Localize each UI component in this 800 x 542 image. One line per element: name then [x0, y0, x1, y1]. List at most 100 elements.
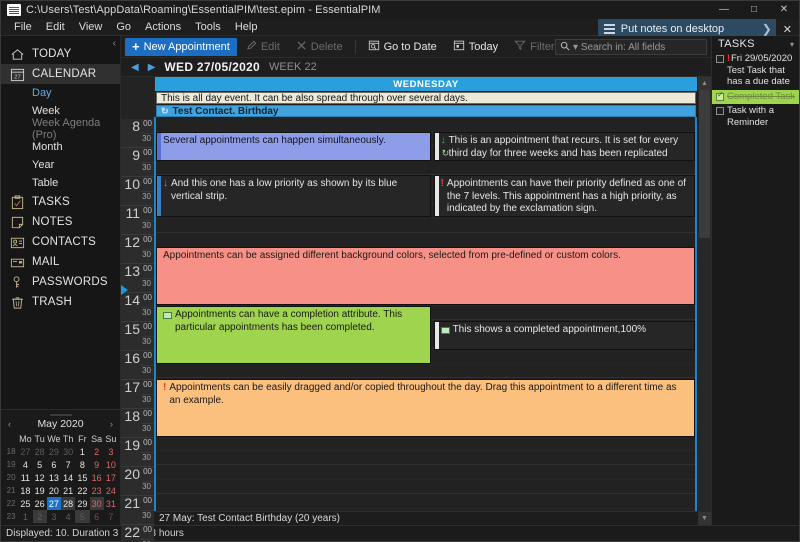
mini-calendar-day[interactable]: 27: [47, 497, 61, 510]
mini-calendar-day[interactable]: 4: [61, 510, 75, 523]
mini-calendar-day[interactable]: 3: [104, 445, 118, 458]
scrollbar-thumb[interactable]: [699, 90, 710, 238]
sidebar-subitem-week-agenda[interactable]: Week Agenda (Pro): [1, 120, 120, 138]
mini-calendar-day[interactable]: 20: [47, 484, 61, 497]
delete-button[interactable]: Delete: [289, 38, 350, 56]
mini-calendar-day[interactable]: 23: [90, 484, 104, 497]
mini-calendar-day[interactable]: 16: [90, 471, 104, 484]
next-day-icon[interactable]: ▶: [148, 62, 156, 73]
sidebar-item-today[interactable]: TODAY: [1, 44, 120, 64]
week-number-cell[interactable]: 18: [4, 445, 18, 458]
sidebar-item-mail[interactable]: MAIL: [1, 252, 120, 272]
mini-calendar-day[interactable]: 29: [75, 497, 89, 510]
task-item[interactable]: Completed Task: [712, 90, 799, 105]
mini-calendar-day[interactable]: 4: [18, 458, 32, 471]
sidebar-item-passwords[interactable]: PASSWORDS: [1, 272, 120, 292]
day-column[interactable]: Several appointments can happen simultan…: [154, 117, 697, 511]
mini-calendar-day[interactable]: 25: [18, 497, 32, 510]
time-slot[interactable]: [156, 465, 695, 494]
prev-day-icon[interactable]: ◀: [131, 62, 139, 73]
mini-calendar-day[interactable]: 18: [18, 484, 32, 497]
appointment-block[interactable]: !Appointments can have their priority de…: [434, 175, 695, 217]
mini-calendar-day[interactable]: 1: [18, 510, 32, 523]
sidebar-item-contacts[interactable]: CONTACTS: [1, 232, 120, 252]
sidebar-collapse-icon[interactable]: ‹: [113, 38, 116, 49]
maximize-button[interactable]: □: [739, 1, 769, 19]
birthday-event[interactable]: ↻ Test Contact. Birthday: [156, 105, 696, 117]
mini-calendar-day[interactable]: 5: [33, 458, 47, 471]
appointment-block[interactable]: ↓And this one has a low priority as show…: [156, 175, 431, 217]
mini-calendar-day[interactable]: 29: [47, 445, 61, 458]
menu-go[interactable]: Go: [109, 20, 138, 34]
mini-calendar-day[interactable]: 12: [33, 471, 47, 484]
week-number-cell[interactable]: 23: [4, 510, 18, 523]
today-button[interactable]: Today: [446, 38, 505, 56]
mini-calendar-day[interactable]: 11: [18, 471, 32, 484]
mini-calendar-day[interactable]: 30: [61, 445, 75, 458]
mini-calendar-day[interactable]: 8: [75, 458, 89, 471]
sidebar-subitem-day[interactable]: Day: [1, 84, 120, 102]
mini-calendar-day[interactable]: 3: [47, 510, 61, 523]
week-number-cell[interactable]: 22: [4, 497, 18, 510]
mini-calendar-day[interactable]: 30: [90, 497, 104, 510]
mini-calendar-day[interactable]: 21: [61, 484, 75, 497]
mini-calendar-day[interactable]: 28: [33, 445, 47, 458]
new-appointment-button[interactable]: + New Appointment: [125, 38, 237, 56]
mini-calendar-day[interactable]: 26: [33, 497, 47, 510]
appointment-block[interactable]: This shows a completed appointment,100%: [434, 321, 695, 350]
mini-calendar-day[interactable]: 19: [33, 484, 47, 497]
menu-hamburger-icon[interactable]: [604, 24, 615, 34]
mini-calendar-day[interactable]: 14: [61, 471, 75, 484]
appointment-block[interactable]: !Appointments can be easily dragged and/…: [156, 379, 695, 437]
mini-calendar-day[interactable]: 1: [75, 445, 89, 458]
menu-help[interactable]: Help: [228, 20, 265, 34]
mini-calendar-day[interactable]: 22: [75, 484, 89, 497]
menu-tools[interactable]: Tools: [188, 20, 228, 34]
calendar-vertical-scrollbar[interactable]: ▲ ▼: [697, 77, 711, 525]
mini-calendar-day[interactable]: 6: [47, 458, 61, 471]
task-checkbox[interactable]: [716, 93, 724, 101]
time-slot[interactable]: [156, 436, 695, 465]
close-button[interactable]: ✕: [769, 1, 799, 19]
minimize-button[interactable]: —: [709, 1, 739, 19]
week-number-cell[interactable]: 21: [4, 484, 18, 497]
chevron-down-icon[interactable]: ▾: [790, 40, 794, 49]
sidebar-subitem-table[interactable]: Table: [1, 174, 120, 192]
notes-banner-close-icon[interactable]: ✕: [776, 23, 799, 36]
sidebar-item-calendar[interactable]: 27 CALENDAR: [1, 64, 120, 84]
search-input[interactable]: ▾ Search in: All fields: [555, 39, 707, 55]
mini-calendar-day[interactable]: 10: [104, 458, 118, 471]
mini-calendar-day[interactable]: 31: [104, 497, 118, 510]
sidebar-item-tasks[interactable]: TASKS: [1, 192, 120, 212]
menu-actions[interactable]: Actions: [138, 20, 188, 34]
menu-edit[interactable]: Edit: [39, 20, 72, 34]
mini-calendar-day[interactable]: 27: [18, 445, 32, 458]
menu-view[interactable]: View: [72, 20, 110, 34]
mini-calendar-prev-icon[interactable]: ‹: [8, 419, 11, 429]
all-day-event[interactable]: This is all day event. It can be also sp…: [156, 92, 696, 104]
appointment-block[interactable]: Appointments can be assigned different b…: [156, 247, 695, 305]
mini-calendar-day[interactable]: 28: [61, 497, 75, 510]
mini-calendar-day[interactable]: 6: [90, 510, 104, 523]
sidebar-item-trash[interactable]: TRASH: [1, 292, 120, 312]
mini-calendar-day[interactable]: 2: [90, 445, 104, 458]
appointment-block[interactable]: ↻↓This is an appointment that recurs. It…: [434, 132, 695, 161]
week-number-cell[interactable]: 20: [4, 471, 18, 484]
mini-calendar-day[interactable]: 13: [47, 471, 61, 484]
scroll-down-icon[interactable]: ▼: [698, 512, 711, 525]
mini-calendar-day[interactable]: 5: [75, 510, 89, 523]
go-to-date-button[interactable]: Go to Date: [361, 38, 444, 56]
week-number-cell[interactable]: 19: [4, 458, 18, 471]
chevron-right-icon[interactable]: ❯: [762, 22, 772, 36]
time-slot[interactable]: [156, 494, 695, 511]
scroll-up-icon[interactable]: ▲: [698, 77, 711, 90]
task-item[interactable]: !Fri 29/05/2020 Test Task that has a due…: [712, 52, 799, 90]
mini-calendar-day[interactable]: 9: [90, 458, 104, 471]
sidebar-item-notes[interactable]: NOTES: [1, 212, 120, 232]
menu-file[interactable]: File: [7, 20, 39, 34]
sidebar-subitem-year[interactable]: Year: [1, 156, 120, 174]
task-checkbox[interactable]: [716, 107, 724, 115]
task-item[interactable]: Task with a Reminder: [712, 104, 799, 130]
edit-button[interactable]: Edit: [239, 38, 287, 56]
mini-calendar-day[interactable]: 17: [104, 471, 118, 484]
